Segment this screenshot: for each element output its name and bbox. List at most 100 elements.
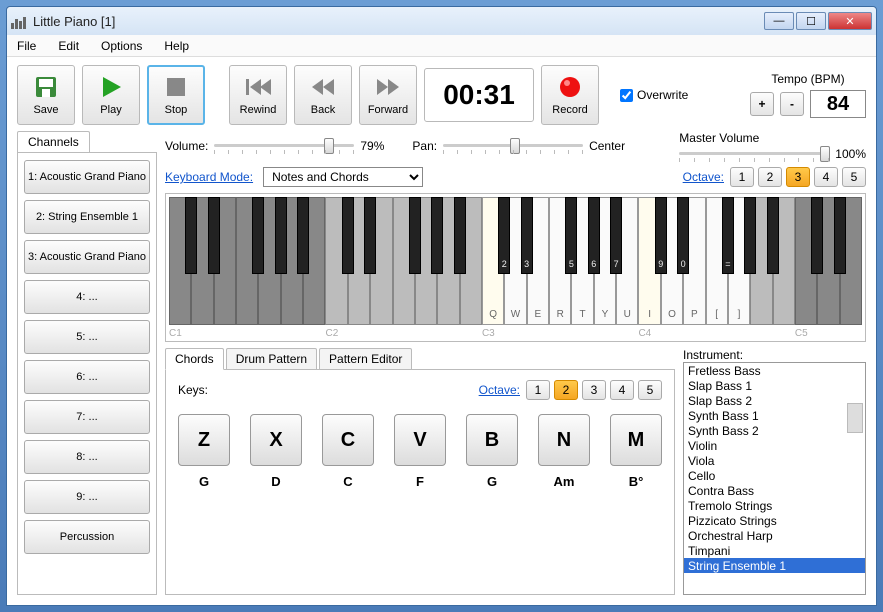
black-key-7[interactable] xyxy=(342,197,354,274)
play-icon xyxy=(98,74,124,100)
black-key-18[interactable]: 6 xyxy=(588,197,600,274)
black-key-15[interactable]: 3 xyxy=(521,197,533,274)
black-key-4[interactable] xyxy=(275,197,287,274)
maximize-button[interactable]: ☐ xyxy=(796,12,826,30)
chord-key-N[interactable]: N xyxy=(538,414,590,466)
channel-button-6[interactable]: 6: ... xyxy=(24,360,150,394)
black-key-28[interactable] xyxy=(811,197,823,274)
instrument-item[interactable]: Violin xyxy=(684,438,865,453)
channel-button-5[interactable]: 5: ... xyxy=(24,320,150,354)
chord-key-C[interactable]: C xyxy=(322,414,374,466)
keyboard-mode-select[interactable]: Notes and Chords xyxy=(263,167,423,187)
black-key-14[interactable]: 2 xyxy=(498,197,510,274)
chords-octave-2[interactable]: 2 xyxy=(554,380,578,400)
black-key-21[interactable]: 9 xyxy=(655,197,667,274)
instrument-item[interactable]: Tremolo Strings xyxy=(684,498,865,513)
instrument-item[interactable]: Slap Bass 1 xyxy=(684,378,865,393)
subtab-drum-pattern[interactable]: Drum Pattern xyxy=(226,348,317,370)
back-button[interactable]: Back xyxy=(294,65,352,125)
keyboard-mode-label[interactable]: Keyboard Mode: xyxy=(165,170,253,184)
instrument-item[interactable]: String Ensemble 1 xyxy=(684,558,865,573)
black-key-1[interactable] xyxy=(208,197,220,274)
black-key-29[interactable] xyxy=(834,197,846,274)
menu-options[interactable]: Options xyxy=(101,39,142,53)
chords-octave-3[interactable]: 3 xyxy=(582,380,606,400)
subtab-pattern-editor[interactable]: Pattern Editor xyxy=(319,348,412,370)
tempo-minus-button[interactable]: - xyxy=(780,92,804,116)
channel-button-3[interactable]: 3: Acoustic Grand Piano xyxy=(24,240,150,274)
pan-slider[interactable] xyxy=(443,140,583,152)
rewind-button[interactable]: Rewind xyxy=(229,65,287,125)
titlebar[interactable]: Little Piano [1] — ☐ ✕ xyxy=(7,7,876,35)
octave-marker-C1: C1 xyxy=(169,328,182,339)
chord-key-Z[interactable]: Z xyxy=(178,414,230,466)
instrument-list[interactable]: Fretless BassSlap Bass 1Slap Bass 2Synth… xyxy=(683,362,866,595)
chord-key-V[interactable]: V xyxy=(394,414,446,466)
volume-slider[interactable] xyxy=(214,140,354,152)
instrument-item[interactable]: Synth Bass 1 xyxy=(684,408,865,423)
black-key-26[interactable] xyxy=(767,197,779,274)
chords-octave-1[interactable]: 1 xyxy=(526,380,550,400)
keyboard-octave-4[interactable]: 4 xyxy=(814,167,838,187)
channel-button-2[interactable]: 2: String Ensemble 1 xyxy=(24,200,150,234)
instrument-item[interactable]: Pizzicato Strings xyxy=(684,513,865,528)
black-key-19[interactable]: 7 xyxy=(610,197,622,274)
instrument-item[interactable]: Orchestral Harp xyxy=(684,528,865,543)
menu-edit[interactable]: Edit xyxy=(58,39,79,53)
instrument-item[interactable]: Fretless Bass xyxy=(684,363,865,378)
overwrite-checkbox[interactable]: Overwrite xyxy=(620,88,688,102)
black-key-3[interactable] xyxy=(252,197,264,274)
channel-button-4[interactable]: 4: ... xyxy=(24,280,150,314)
tempo-value[interactable]: 84 xyxy=(810,90,866,118)
channel-button-8[interactable]: 8: ... xyxy=(24,440,150,474)
record-button[interactable]: Record xyxy=(541,65,599,125)
instrument-item[interactable]: Cello xyxy=(684,468,865,483)
instrument-item[interactable]: Synth Bass 2 xyxy=(684,423,865,438)
channel-button-7[interactable]: 7: ... xyxy=(24,400,150,434)
chord-key-B[interactable]: B xyxy=(466,414,518,466)
play-button[interactable]: Play xyxy=(82,65,140,125)
keyboard-octave-2[interactable]: 2 xyxy=(758,167,782,187)
minimize-button[interactable]: — xyxy=(764,12,794,30)
subtab-chords[interactable]: Chords xyxy=(165,348,224,370)
keyboard-octave-3[interactable]: 3 xyxy=(786,167,810,187)
menu-file[interactable]: File xyxy=(17,39,36,53)
black-key-17[interactable]: 5 xyxy=(565,197,577,274)
channel-button-1[interactable]: 1: Acoustic Grand Piano xyxy=(24,160,150,194)
black-key-5[interactable] xyxy=(297,197,309,274)
overwrite-input[interactable] xyxy=(620,89,633,102)
channel-button-9[interactable]: 9: ... xyxy=(24,480,150,514)
black-key-24[interactable]: = xyxy=(722,197,734,274)
master-volume-slider[interactable] xyxy=(679,148,829,160)
chord-key-X[interactable]: X xyxy=(250,414,302,466)
stop-button[interactable]: Stop xyxy=(147,65,205,125)
instrument-item[interactable]: Contra Bass xyxy=(684,483,865,498)
chords-octave-5[interactable]: 5 xyxy=(638,380,662,400)
channel-button-10[interactable]: Percussion xyxy=(24,520,150,554)
black-key-8[interactable] xyxy=(364,197,376,274)
keyboard-octave-label[interactable]: Octave: xyxy=(683,170,724,184)
black-key-25[interactable] xyxy=(744,197,756,274)
menu-help[interactable]: Help xyxy=(164,39,189,53)
black-key-22[interactable]: 0 xyxy=(677,197,689,274)
chords-octave-label[interactable]: Octave: xyxy=(479,383,520,397)
keyboard-octave-5[interactable]: 5 xyxy=(842,167,866,187)
scrollbar-thumb[interactable] xyxy=(847,403,863,433)
save-button[interactable]: Save xyxy=(17,65,75,125)
chords-octave-4[interactable]: 4 xyxy=(610,380,634,400)
channels-tab[interactable]: Channels xyxy=(17,131,90,152)
keyboard-octave-1[interactable]: 1 xyxy=(730,167,754,187)
tempo-plus-button[interactable]: + xyxy=(750,92,774,116)
forward-button[interactable]: Forward xyxy=(359,65,417,125)
black-key-12[interactable] xyxy=(454,197,466,274)
black-key-10[interactable] xyxy=(409,197,421,274)
toolbar: Save Play Stop Rewind Back Forward xyxy=(17,65,866,125)
instrument-item[interactable]: Viola xyxy=(684,453,865,468)
octave-marker-C4: C4 xyxy=(638,328,651,339)
instrument-item[interactable]: Slap Bass 2 xyxy=(684,393,865,408)
chord-key-M[interactable]: M xyxy=(610,414,662,466)
black-key-11[interactable] xyxy=(431,197,443,274)
instrument-item[interactable]: Timpani xyxy=(684,543,865,558)
close-button[interactable]: ✕ xyxy=(828,12,872,30)
black-key-0[interactable] xyxy=(185,197,197,274)
